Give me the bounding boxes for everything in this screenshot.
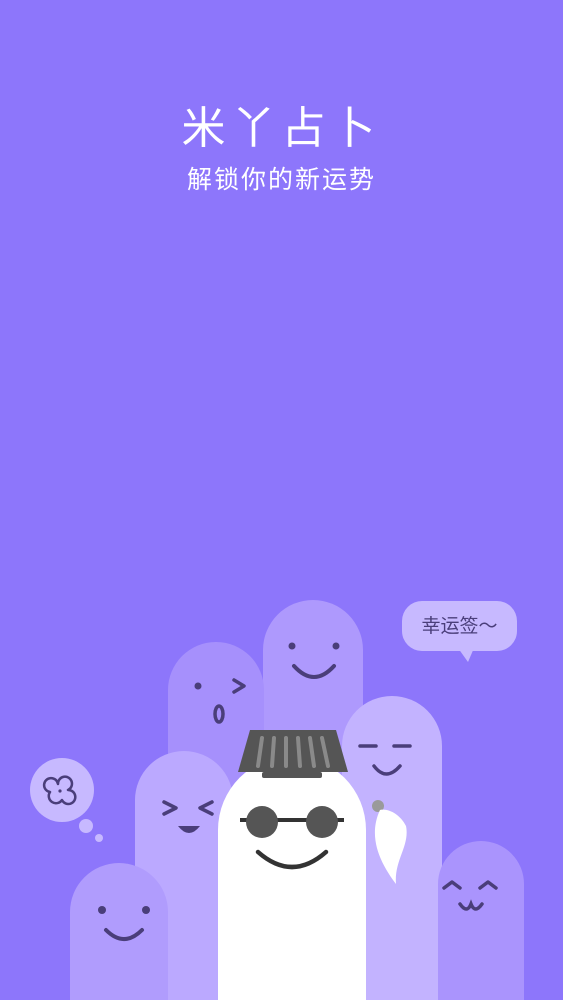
ghost-cat-face: [438, 841, 524, 1000]
thought-bubble: [30, 758, 103, 842]
bucket-hat: [238, 730, 348, 778]
ghost-happy-bottom-left: [70, 863, 168, 1000]
ghost-white-sunglasses: [218, 756, 366, 1000]
speech-bubble-text: 幸运签～: [421, 615, 498, 637]
ghost-characters-illustration: [30, 600, 524, 1000]
